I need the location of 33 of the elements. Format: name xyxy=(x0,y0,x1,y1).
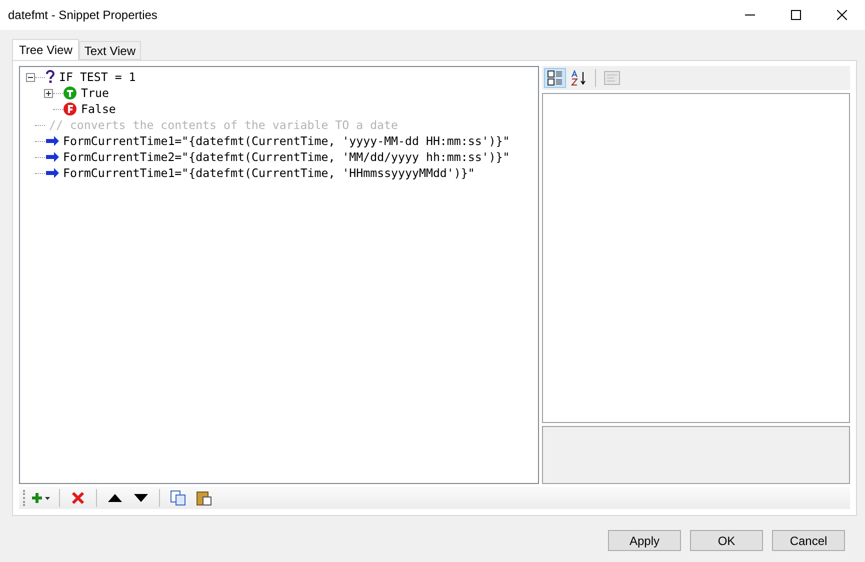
dialog-button[interactable]: OK xyxy=(690,530,763,551)
expander-toggle[interactable] xyxy=(44,88,53,98)
window-title: datefmt - Snippet Properties xyxy=(8,8,158,22)
plus-icon xyxy=(45,90,52,96)
dialog-button[interactable]: Apply xyxy=(608,530,681,551)
property-pages-icon xyxy=(604,71,620,85)
tab[interactable]: Tree View xyxy=(12,39,80,61)
false-badge-icon xyxy=(63,102,77,116)
sort-az-icon xyxy=(571,70,587,86)
categorized-icon xyxy=(547,70,563,86)
tab[interactable]: Text View xyxy=(79,41,140,60)
dialog-button[interactable]: Cancel xyxy=(772,530,845,551)
tree-node-label[interactable]: FormCurrentTime1="{datefmt(CurrentTime, 'yyyy-MM-dd HH:mm:ss')}" xyxy=(63,134,510,148)
tree-node-label[interactable]: FormCurrentTime2="{datefmt(CurrentTime, 'MM/dd/yyyy hh:mm:ss')}" xyxy=(63,150,510,164)
close-icon xyxy=(837,10,847,20)
toolbar-button[interactable] xyxy=(544,68,566,88)
expander-toggle[interactable] xyxy=(26,72,35,82)
plus-icon xyxy=(32,492,50,504)
delete-icon xyxy=(71,491,85,505)
maximize-icon xyxy=(791,10,801,20)
copy-icon xyxy=(170,490,186,506)
tree-node-label[interactable]: FormCurrentTime1="{datefmt(CurrentTime, 'HHmmssyyyyMMdd')}" xyxy=(63,166,475,180)
tree-node-label[interactable]: False xyxy=(81,102,116,116)
arrow-icon xyxy=(45,152,59,162)
question-mark-icon xyxy=(45,70,55,84)
down-triangle-icon xyxy=(134,494,148,502)
arrow-icon xyxy=(45,168,59,178)
paste-icon xyxy=(196,490,212,506)
up-triangle-icon xyxy=(108,494,122,502)
tree-node-label[interactable]: True xyxy=(81,86,109,100)
arrow-icon xyxy=(45,136,59,146)
tree-node-label[interactable]: IF TEST = 1 xyxy=(59,70,136,84)
true-badge-icon xyxy=(63,86,77,100)
